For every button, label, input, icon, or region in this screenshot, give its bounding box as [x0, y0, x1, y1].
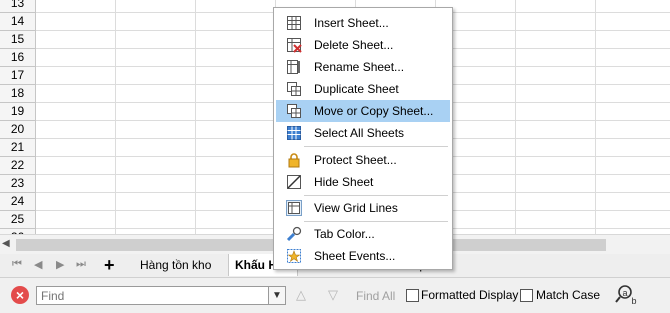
row-header[interactable]: 19	[0, 103, 36, 121]
lock-icon	[288, 153, 300, 168]
menu-item-tab-color[interactable]: Tab Color...	[276, 223, 450, 245]
match-case-label: Match Case	[536, 288, 601, 302]
row-header[interactable]: 15	[0, 31, 36, 49]
menu-item-label: Move or Copy Sheet...	[314, 104, 434, 118]
menu-item-view-grid-lines[interactable]: View Grid Lines	[276, 197, 450, 219]
row-header[interactable]: 23	[0, 175, 36, 193]
row-header[interactable]: 25	[0, 211, 36, 229]
menu-item-label: Protect Sheet...	[314, 153, 397, 167]
find-input[interactable]	[36, 286, 272, 305]
hide-sheet-icon	[287, 175, 301, 189]
tab-hang-ton-kho[interactable]: Hàng tồn kho	[134, 254, 217, 276]
menu-item-label: Duplicate Sheet	[314, 82, 399, 96]
menu-item-label: Rename Sheet...	[314, 60, 405, 74]
find-replace-icon[interactable]: a b	[615, 283, 639, 307]
menu-item-label: Sheet Events...	[314, 249, 396, 263]
close-find-bar-icon[interactable]: ×	[11, 286, 29, 304]
delete-sheet-icon	[287, 38, 302, 53]
menu-separator	[304, 146, 448, 147]
menu-item-move-copy-sheet[interactable]: Move or Copy Sheet...	[276, 100, 450, 122]
tab-color-icon	[286, 226, 302, 242]
find-toolbar: × ▼ △ ▽ Find All Formatted Display Match…	[0, 278, 670, 313]
grid-column-line	[115, 0, 116, 234]
menu-item-duplicate-sheet[interactable]: Duplicate Sheet	[276, 78, 450, 100]
formatted-display-checkbox[interactable]	[406, 289, 419, 302]
find-previous-icon[interactable]: △	[296, 287, 306, 303]
duplicate-sheet-icon	[287, 82, 301, 96]
menu-item-label: Select All Sheets	[314, 126, 405, 140]
row-header[interactable]: 22	[0, 157, 36, 175]
menu-item-label: Hide Sheet	[314, 175, 374, 189]
menu-item-rename-sheet[interactable]: Rename Sheet...	[276, 56, 450, 78]
sheet-events-icon	[287, 249, 301, 263]
menu-item-insert-sheet[interactable]: Insert Sheet...	[276, 12, 450, 34]
svg-text:a: a	[622, 288, 627, 298]
menu-item-hide-sheet[interactable]: Hide Sheet	[276, 171, 450, 193]
row-header[interactable]: 17	[0, 67, 36, 85]
menu-item-sheet-events[interactable]: Sheet Events...	[276, 245, 450, 267]
match-case-checkbox[interactable]	[520, 289, 533, 302]
sheet-context-menu: Insert Sheet... Delete Sheet... Rename S…	[273, 7, 453, 270]
grid-column-line	[515, 0, 516, 234]
find-next-icon[interactable]: ▽	[328, 287, 338, 303]
rename-sheet-icon	[287, 60, 300, 74]
select-all-sheets-icon	[287, 126, 301, 140]
next-sheet-icon[interactable]: ▶	[56, 258, 64, 271]
grid-lines-icon	[286, 200, 302, 216]
menu-item-label: Delete Sheet...	[314, 38, 394, 52]
grid-column-line	[595, 0, 596, 234]
menu-item-delete-sheet[interactable]: Delete Sheet...	[276, 34, 450, 56]
svg-text:b: b	[631, 296, 636, 306]
menu-item-label: View Grid Lines	[314, 201, 398, 215]
row-header[interactable]: 24	[0, 193, 36, 211]
row-header[interactable]: 14	[0, 13, 36, 31]
menu-separator	[304, 195, 448, 196]
menu-item-protect-sheet[interactable]: Protect Sheet...	[276, 149, 450, 171]
find-all-button[interactable]: Find All	[356, 289, 395, 303]
row-header[interactable]: 21	[0, 139, 36, 157]
menu-item-label: Insert Sheet...	[314, 16, 389, 30]
row-header[interactable]: 13	[0, 0, 36, 13]
menu-separator	[304, 221, 448, 222]
formatted-display-label: Formatted Display	[421, 288, 519, 302]
add-sheet-icon[interactable]: +	[104, 255, 115, 276]
insert-sheet-icon	[287, 16, 301, 30]
grid-column-line	[195, 0, 196, 234]
menu-item-label: Tab Color...	[314, 227, 375, 241]
row-header[interactable]: 18	[0, 85, 36, 103]
previous-sheet-icon[interactable]: ◀	[34, 258, 42, 271]
move-copy-sheet-icon	[287, 104, 301, 118]
last-sheet-icon[interactable]: ⏭	[76, 258, 86, 271]
find-history-dropdown[interactable]: ▼	[268, 286, 286, 305]
menu-item-select-all-sheets[interactable]: Select All Sheets	[276, 122, 450, 144]
scroll-left-arrow-icon[interactable]: ◀	[2, 238, 10, 249]
row-header[interactable]: 20	[0, 121, 36, 139]
first-sheet-icon[interactable]: ⏮	[12, 258, 22, 271]
row-header[interactable]: 16	[0, 49, 36, 67]
